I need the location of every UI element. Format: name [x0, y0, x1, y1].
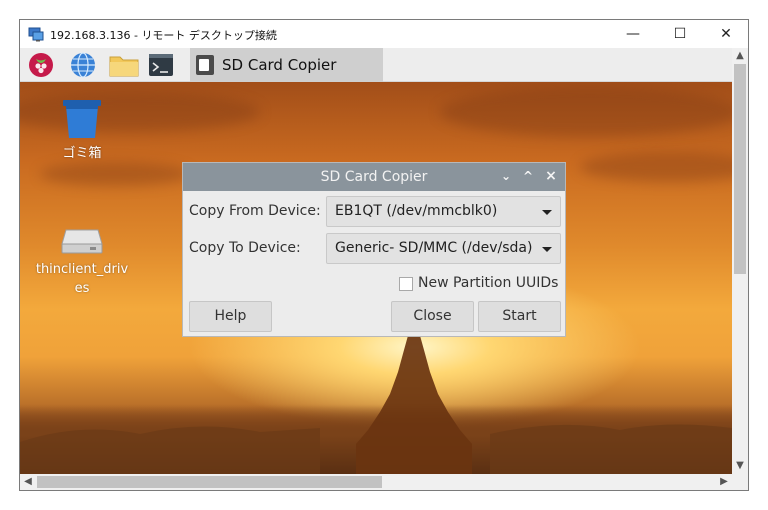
drive-icon [61, 229, 103, 254]
window-titlebar[interactable]: 192.168.3.136 - リモート デスクトップ接続 — ☐ ✕ [20, 20, 748, 48]
remote-desktop-area: SD Card Copier ゴミ箱 thinclient_driv es SD… [20, 48, 732, 474]
window-title: 192.168.3.136 - リモート デスクトップ接続 [50, 29, 277, 42]
dialog-maximize-icon[interactable]: ^ [520, 168, 536, 184]
raspberry-icon[interactable] [28, 52, 54, 78]
desktop-icon-label: ゴミ箱 [62, 146, 102, 161]
vertical-scroll-thumb[interactable] [734, 64, 746, 274]
desktop-icon-trash[interactable]: ゴミ箱 [48, 98, 116, 163]
copy-from-value: EB1QT (/dev/mmcblk0) [335, 203, 498, 219]
vertical-scrollbar[interactable]: ▲ ▼ [732, 48, 748, 474]
close-window-button[interactable]: ✕ [703, 20, 749, 48]
taskbar: SD Card Copier [20, 48, 732, 82]
close-button[interactable]: Close [391, 301, 474, 332]
resize-grip-icon[interactable] [732, 474, 748, 490]
desktop-icon-label-line1: thinclient_driv [35, 262, 129, 277]
start-button[interactable]: Start [478, 301, 561, 332]
desktop-icon-label-line2: es [74, 281, 90, 296]
taskbar-window-label: SD Card Copier [222, 56, 337, 74]
chevron-down-icon [542, 247, 552, 252]
copy-from-label: Copy From Device: [189, 203, 321, 219]
scroll-right-icon[interactable]: ▶ [716, 474, 732, 490]
scroll-left-icon[interactable]: ◀ [20, 474, 36, 490]
trash-icon [63, 100, 101, 138]
scroll-up-icon[interactable]: ▲ [732, 48, 748, 64]
scroll-down-icon[interactable]: ▼ [732, 458, 748, 474]
remote-desktop-icon [28, 27, 44, 42]
rdp-window: 192.168.3.136 - リモート デスクトップ接続 — ☐ ✕ SD C… [19, 19, 749, 491]
maximize-button[interactable]: ☐ [657, 20, 703, 48]
copy-to-device-select[interactable]: Generic- SD/MMC (/dev/sda) [326, 233, 561, 264]
help-button[interactable]: Help [189, 301, 272, 332]
chevron-down-icon [542, 210, 552, 215]
new-partition-uuids-checkbox[interactable] [399, 277, 413, 291]
window-icon [196, 55, 214, 75]
copy-to-value: Generic- SD/MMC (/dev/sda) [335, 240, 533, 256]
horizontal-scrollbar[interactable]: ◀ ▶ [20, 474, 732, 490]
web-browser-icon[interactable] [70, 52, 96, 78]
horizontal-scroll-thumb[interactable] [37, 476, 382, 488]
new-partition-uuids-label[interactable]: New Partition UUIDs [418, 275, 558, 291]
desktop-icon-thinclient-drives[interactable]: thinclient_driv es [24, 226, 140, 298]
copy-from-device-select[interactable]: EB1QT (/dev/mmcblk0) [326, 196, 561, 227]
dialog-menu-chevron-icon[interactable]: ⌄ [498, 168, 514, 184]
sd-card-copier-dialog: SD Card Copier ⌄ ^ × Copy From Device: E… [182, 162, 566, 337]
terminal-icon[interactable] [148, 52, 174, 78]
dialog-close-icon[interactable]: × [543, 168, 559, 184]
copy-to-label: Copy To Device: [189, 240, 301, 256]
dialog-titlebar[interactable]: SD Card Copier ⌄ ^ × [183, 163, 565, 191]
minimize-button[interactable]: — [610, 20, 656, 48]
file-manager-icon[interactable] [108, 52, 140, 78]
taskbar-window-sd-card-copier[interactable]: SD Card Copier [190, 48, 383, 82]
